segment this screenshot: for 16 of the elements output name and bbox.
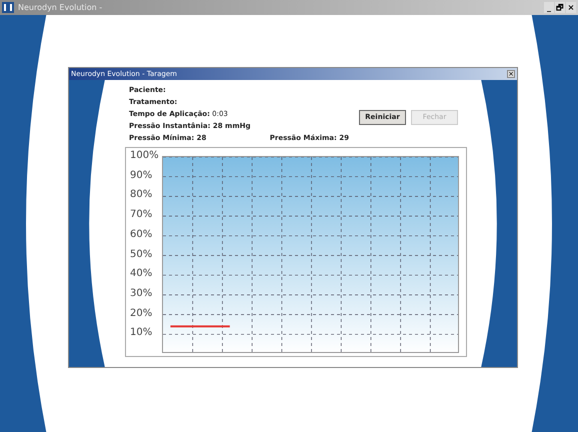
- pressure-line: [170, 325, 230, 328]
- axis-label: 100%: [130, 151, 159, 161]
- app-icon: [2, 2, 14, 13]
- axis-label: 30%: [130, 288, 152, 299]
- axis-label: 20%: [130, 308, 152, 319]
- axis-label: 90%: [130, 170, 152, 181]
- window-title: Neurodyn Evolution -: [18, 2, 102, 14]
- window-control-button[interactable]: ×: [566, 2, 576, 13]
- axis-label: 50%: [130, 250, 152, 260]
- axis-label: 80%: [130, 190, 152, 200]
- window-control-button[interactable]: 🗗: [555, 2, 565, 13]
- window-control-button[interactable]: _: [544, 2, 554, 13]
- axis-label: 60%: [130, 230, 152, 240]
- axis-label: 10%: [130, 328, 152, 338]
- axis-label: 70%: [130, 210, 152, 220]
- axis-label: 40%: [130, 269, 152, 280]
